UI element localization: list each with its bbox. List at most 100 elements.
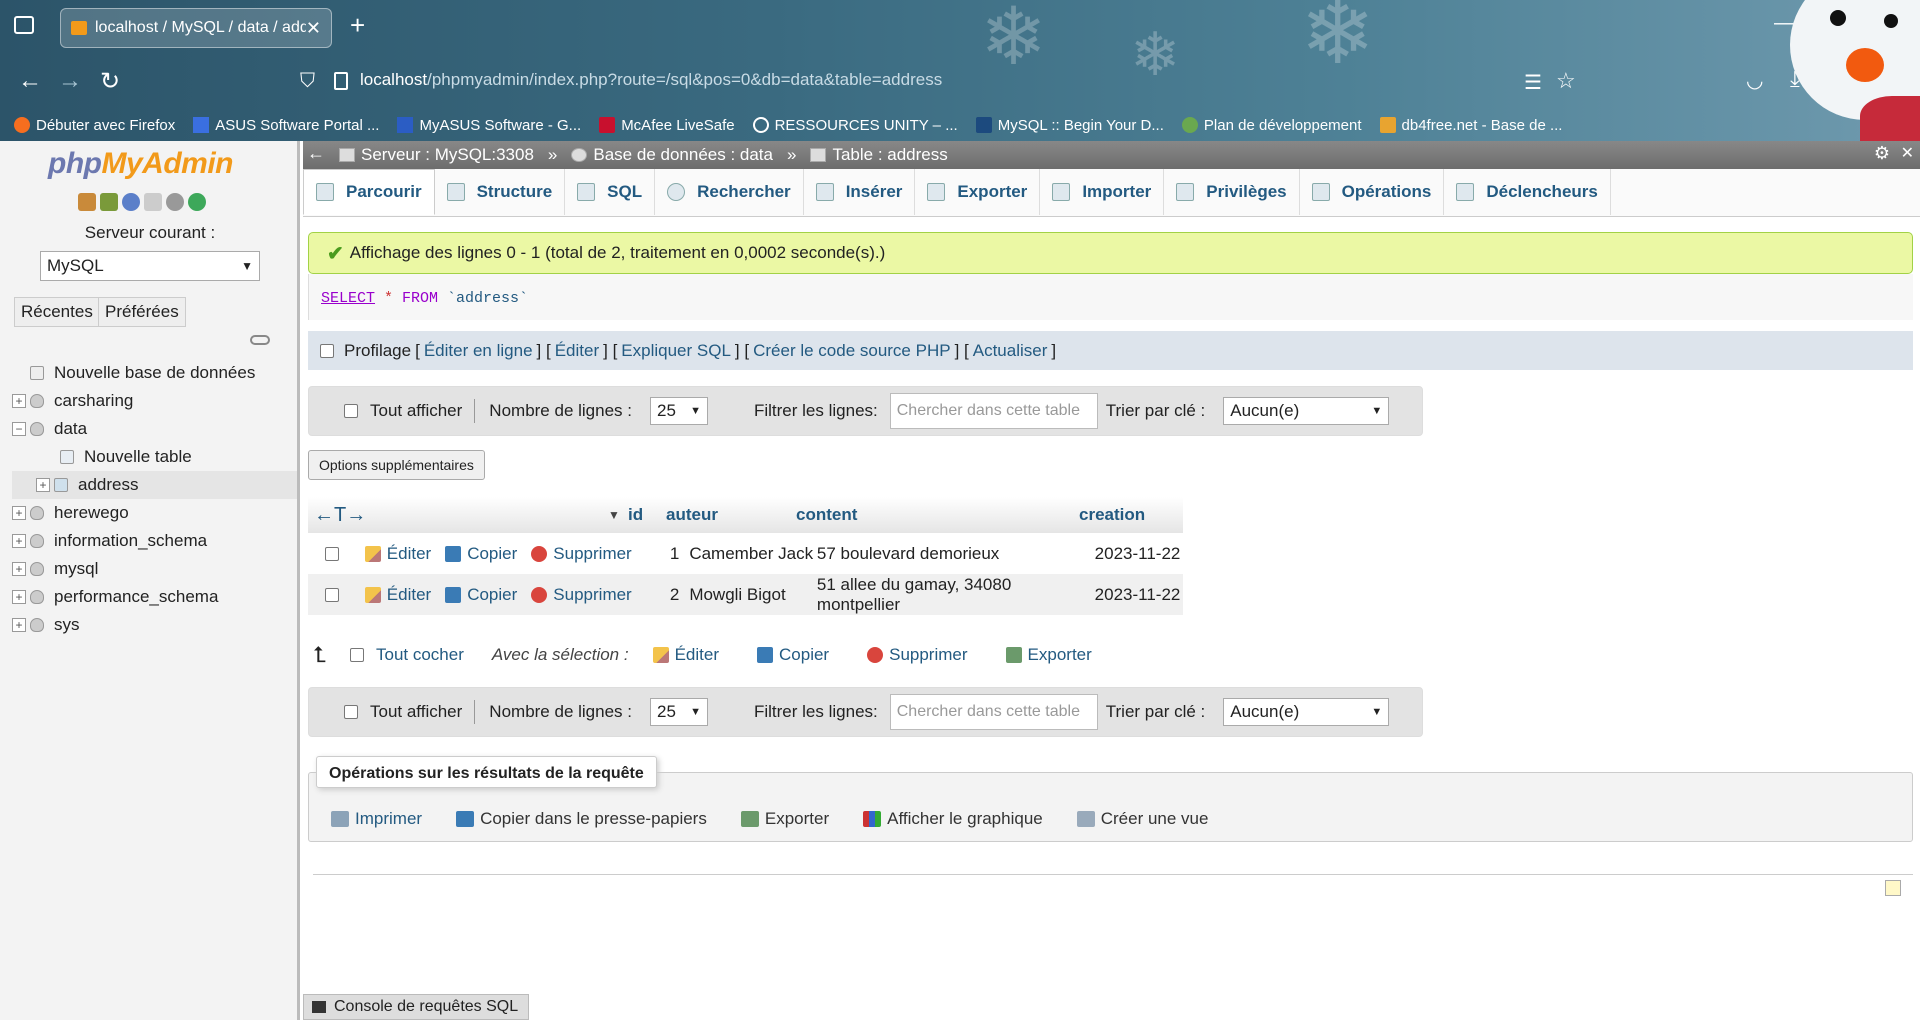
bulk-delete-button[interactable]: Supprimer — [867, 645, 968, 665]
tree-new-table[interactable]: Nouvelle table — [12, 443, 297, 471]
create-php-code-link[interactable]: Créer le code source PHP — [753, 341, 950, 361]
tree-db-mysql[interactable]: + mysql — [12, 555, 297, 583]
logout-icon[interactable] — [100, 193, 118, 211]
display-chart-button[interactable]: Afficher le graphique — [863, 809, 1043, 829]
cell-auteur[interactable]: Mowgli Bigot — [689, 585, 817, 605]
tab-sql[interactable]: SQL — [565, 169, 656, 215]
show-all-checkbox[interactable] — [344, 705, 358, 719]
breadcrumb-table[interactable]: Table : address — [810, 145, 948, 165]
bulk-export-button[interactable]: Exporter — [1005, 645, 1092, 665]
inline-edit-link[interactable]: Éditer en ligne — [424, 341, 533, 361]
cell-auteur[interactable]: Camember Jack — [689, 544, 817, 564]
favorites-button[interactable]: Préférées — [98, 297, 186, 327]
breadcrumb-server[interactable]: Serveur : MySQL:3308 — [339, 145, 534, 165]
forward-icon[interactable]: → — [50, 61, 90, 101]
tab-privileges[interactable]: Privilèges — [1164, 169, 1300, 215]
column-header-id[interactable]: id — [628, 505, 666, 525]
sort-select[interactable]: Aucun(e) ▼ — [1223, 397, 1390, 425]
extra-options-button[interactable]: Options supplémentaires — [308, 450, 485, 480]
row-delete-button[interactable]: Supprimer — [531, 585, 632, 605]
bulk-edit-button[interactable]: Éditer — [652, 645, 719, 665]
column-resize-icon[interactable]: ←T→ — [308, 504, 608, 527]
tree-db-carsharing[interactable]: + carsharing — [12, 387, 297, 415]
cell-content[interactable]: 57 boulevard demorieux — [817, 544, 1095, 564]
bookmark-item[interactable]: ASUS Software Portal ... — [193, 117, 379, 134]
expand-icon[interactable]: + — [12, 394, 26, 408]
docs-icon[interactable] — [144, 193, 162, 211]
cell-creation[interactable]: 2023-11-22 — [1095, 585, 1183, 605]
filter-input[interactable]: Chercher dans cette table — [889, 694, 1098, 730]
tab-insert[interactable]: Insérer — [804, 169, 916, 215]
collapse-panel-icon[interactable]: ← — [307, 143, 325, 164]
bookmark-query-icon[interactable] — [1885, 880, 1901, 896]
bookmark-item[interactable]: RESSOURCES UNITY – ... — [752, 117, 958, 134]
column-header-content[interactable]: content — [796, 505, 1079, 525]
tree-db-performance-schema[interactable]: + performance_schema — [12, 583, 297, 611]
bookmark-item[interactable]: Plan de développement — [1181, 117, 1362, 134]
server-select[interactable]: MySQL ▼ — [40, 251, 260, 281]
tree-db-data[interactable]: − data — [12, 415, 297, 443]
home-icon[interactable] — [78, 193, 96, 211]
expand-icon[interactable]: + — [12, 618, 26, 632]
tree-table-address[interactable]: + address — [12, 471, 297, 499]
close-icon[interactable]: ✕ — [1901, 143, 1914, 163]
tab-browse[interactable]: Parcourir — [303, 169, 435, 215]
gear-icon[interactable]: ⚙ — [1874, 143, 1890, 164]
row-edit-button[interactable]: Éditer — [364, 585, 431, 605]
expand-icon[interactable]: + — [12, 562, 26, 576]
expand-icon[interactable]: + — [12, 506, 26, 520]
tab-import[interactable]: Importer — [1040, 169, 1165, 215]
cell-id[interactable]: 2 — [658, 585, 679, 605]
back-icon[interactable]: ← — [10, 61, 50, 101]
print-button[interactable]: Imprimer — [331, 809, 422, 829]
help-icon[interactable] — [122, 193, 140, 211]
bookmark-item[interactable]: MyASUS Software - G... — [397, 117, 581, 134]
sort-indicator-icon[interactable]: ▼ — [608, 508, 628, 522]
phpmyadmin-logo[interactable]: phpMyAdmin — [48, 147, 233, 181]
expand-icon[interactable]: + — [36, 478, 50, 492]
bookmark-item[interactable]: McAfee LiveSafe — [599, 117, 735, 134]
profiling-checkbox[interactable] — [320, 343, 334, 358]
tab-search[interactable]: Rechercher — [655, 169, 804, 215]
bulk-copy-button[interactable]: Copier — [757, 645, 829, 665]
tree-db-sys[interactable]: + sys — [12, 611, 297, 639]
tab-triggers[interactable]: Déclencheurs — [1444, 169, 1611, 215]
new-tab-icon[interactable]: + — [350, 10, 365, 41]
rows-select[interactable]: 25 ▼ — [649, 698, 708, 726]
edit-link[interactable]: Éditer — [555, 341, 599, 361]
check-all-checkbox[interactable] — [349, 648, 364, 662]
copy-clipboard-button[interactable]: Copier dans le presse-papiers — [456, 809, 707, 829]
expand-icon[interactable]: + — [12, 534, 26, 548]
tree-new-database[interactable]: Nouvelle base de données — [12, 359, 297, 387]
row-checkbox[interactable] — [325, 587, 339, 602]
cell-id[interactable]: 1 — [658, 544, 679, 564]
tab-structure[interactable]: Structure — [435, 169, 566, 215]
recent-button[interactable]: Récentes — [14, 297, 100, 327]
tree-db-information-schema[interactable]: + information_schema — [12, 527, 297, 555]
browser-tab[interactable]: localhost / MySQL / data / address ✕ — [60, 8, 332, 48]
tab-list-icon[interactable] — [14, 16, 34, 34]
bookmark-item[interactable]: db4free.net - Base de ... — [1379, 117, 1562, 134]
sql-query-display[interactable]: SELECT * FROM `address` — [308, 274, 1913, 320]
bookmark-star-icon[interactable]: ☆ — [1556, 68, 1576, 94]
tab-export[interactable]: Exporter — [915, 169, 1041, 215]
link-icon[interactable] — [250, 335, 270, 345]
row-checkbox[interactable] — [325, 546, 339, 561]
cell-content[interactable]: 51 allee du gamay, 34080 montpellier — [817, 575, 1095, 615]
column-header-auteur[interactable]: auteur — [666, 505, 796, 525]
explain-sql-link[interactable]: Expliquer SQL — [621, 341, 731, 361]
tab-operations[interactable]: Opérations — [1300, 169, 1445, 215]
gear-icon[interactable] — [166, 193, 184, 211]
collapse-icon[interactable]: − — [12, 422, 26, 436]
export-button[interactable]: Exporter — [740, 809, 829, 829]
show-all-checkbox[interactable] — [344, 404, 358, 418]
create-view-button[interactable]: Créer une vue — [1076, 809, 1208, 829]
bookmark-item[interactable]: MySQL :: Begin Your D... — [975, 117, 1164, 134]
row-delete-button[interactable]: Supprimer — [531, 544, 632, 564]
reload-icon[interactable]: ↻ — [90, 61, 130, 101]
rows-select[interactable]: 25 ▼ — [649, 397, 708, 425]
close-tab-icon[interactable]: ✕ — [306, 18, 321, 39]
bookmark-item[interactable]: Débuter avec Firefox — [14, 117, 175, 134]
row-copy-button[interactable]: Copier — [445, 585, 517, 605]
url-bar[interactable]: localhost/phpmyadmin/index.php?route=/sq… — [360, 70, 942, 90]
